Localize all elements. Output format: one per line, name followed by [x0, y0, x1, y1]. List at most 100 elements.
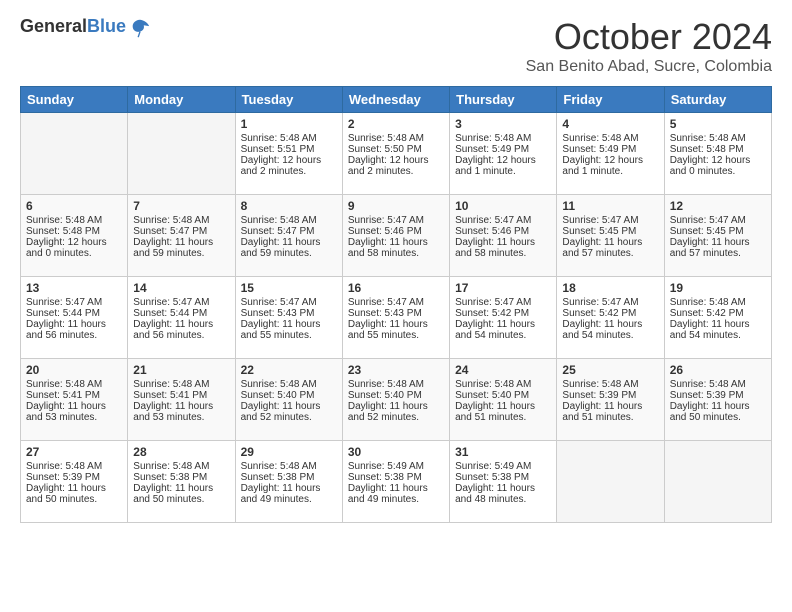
- sunset-text: Sunset: 5:40 PM: [455, 390, 551, 401]
- calendar-cell: 13Sunrise: 5:47 AMSunset: 5:44 PMDayligh…: [21, 277, 128, 359]
- sunset-text: Sunset: 5:48 PM: [26, 226, 122, 237]
- daylight-text: Daylight: 11 hours and 54 minutes.: [455, 319, 551, 341]
- sunset-text: Sunset: 5:42 PM: [562, 308, 658, 319]
- header-row: SundayMondayTuesdayWednesdayThursdayFrid…: [21, 87, 772, 113]
- sunset-text: Sunset: 5:48 PM: [670, 144, 766, 155]
- day-number: 31: [455, 445, 551, 459]
- calendar-cell: 22 Sunrise: 5:48 AMSunset: 5:40 PMDayligh…: [235, 359, 342, 441]
- calendar-cell: [664, 441, 771, 523]
- daylight-text: Daylight: 11 hours and 49 minutes.: [241, 483, 337, 505]
- sunset-text: Sunset: 5:46 PM: [455, 226, 551, 237]
- day-number: 23: [348, 363, 444, 377]
- day-header-thursday: Thursday: [450, 87, 557, 113]
- sunset-text: Sunset: 5:46 PM: [348, 226, 444, 237]
- sunset-text: Sunset: 5:39 PM: [670, 390, 766, 401]
- calendar-cell: 17Sunrise: 5:47 AMSunset: 5:42 PMDayligh…: [450, 277, 557, 359]
- calendar-cell: 29Sunrise: 5:48 AMSunset: 5:38 PMDayligh…: [235, 441, 342, 523]
- logo-general-text: General: [20, 16, 87, 37]
- day-number: 21: [133, 363, 229, 377]
- calendar-cell: 18Sunrise: 5:47 AMSunset: 5:42 PMDayligh…: [557, 277, 664, 359]
- calendar-cell: [557, 441, 664, 523]
- sunrise-text: Sunrise: 5:48 AM: [455, 133, 551, 144]
- day-number: 22: [241, 363, 337, 377]
- calendar-cell: 7Sunrise: 5:48 AMSunset: 5:47 PMDaylight…: [128, 195, 235, 277]
- sunrise-text: Sunrise: 5:48 AM: [562, 133, 658, 144]
- daylight-text: Daylight: 11 hours and 48 minutes.: [455, 483, 551, 505]
- calendar-cell: 14Sunrise: 5:47 AMSunset: 5:44 PMDayligh…: [128, 277, 235, 359]
- daylight-text: Daylight: 11 hours and 56 minutes.: [133, 319, 229, 341]
- daylight-text: Daylight: 11 hours and 53 minutes.: [26, 401, 122, 423]
- sunset-text: Sunset: 5:41 PM: [26, 390, 122, 401]
- sunset-text: Sunset: 5:50 PM: [348, 144, 444, 155]
- sunset-text: Sunset: 5:40 PM: [348, 390, 444, 401]
- daylight-text: Daylight: 12 hours and 2 minutes.: [241, 155, 337, 177]
- sunrise-text: Sunrise: 5:48 AM: [348, 379, 444, 390]
- daylight-text: Daylight: 11 hours and 57 minutes.: [562, 237, 658, 259]
- calendar-cell: 6Sunrise: 5:48 AMSunset: 5:48 PMDaylight…: [21, 195, 128, 277]
- sunrise-text: Sunrise: 5:48 AM: [241, 133, 337, 144]
- week-row-3: 13Sunrise: 5:47 AMSunset: 5:44 PMDayligh…: [21, 277, 772, 359]
- calendar-cell: 25Sunrise: 5:48 AMSunset: 5:39 PMDayligh…: [557, 359, 664, 441]
- sunset-text: Sunset: 5:38 PM: [348, 472, 444, 483]
- day-number: 27: [26, 445, 122, 459]
- sunrise-text: Sunrise: 5:47 AM: [348, 297, 444, 308]
- sunrise-text: Sunrise: 5:47 AM: [562, 215, 658, 226]
- sunset-text: Sunset: 5:42 PM: [455, 308, 551, 319]
- week-row-4: 20Sunrise: 5:48 AMSunset: 5:41 PMDayligh…: [21, 359, 772, 441]
- calendar-cell: 27Sunrise: 5:48 AMSunset: 5:39 PMDayligh…: [21, 441, 128, 523]
- day-number: 19: [670, 281, 766, 295]
- daylight-text: Daylight: 11 hours and 50 minutes.: [133, 483, 229, 505]
- logo-bird-icon: [129, 17, 149, 37]
- sunrise-text: Sunrise: 5:47 AM: [133, 297, 229, 308]
- day-header-sunday: Sunday: [21, 87, 128, 113]
- calendar-cell: 23 Sunrise: 5:48 AMSunset: 5:40 PMDayligh…: [342, 359, 449, 441]
- calendar-cell: [21, 113, 128, 195]
- sunrise-text: Sunrise: 5:48 AM: [562, 379, 658, 390]
- calendar-cell: 1Sunrise: 5:48 AMSunset: 5:51 PMDaylight…: [235, 113, 342, 195]
- sunrise-text: Sunrise: 5:48 AM: [241, 379, 337, 390]
- sunset-text: Sunset: 5:41 PM: [133, 390, 229, 401]
- calendar-cell: 24Sunrise: 5:48 AMSunset: 5:40 PMDayligh…: [450, 359, 557, 441]
- sunset-text: Sunset: 5:38 PM: [455, 472, 551, 483]
- sunrise-text: Sunrise: 5:48 AM: [133, 379, 229, 390]
- day-number: 9: [348, 199, 444, 213]
- calendar-cell: 19Sunrise: 5:48 AMSunset: 5:42 PMDayligh…: [664, 277, 771, 359]
- sunset-text: Sunset: 5:45 PM: [670, 226, 766, 237]
- sunset-text: Sunset: 5:39 PM: [26, 472, 122, 483]
- sunrise-text: Sunrise: 5:47 AM: [455, 215, 551, 226]
- sunrise-text: Sunrise: 5:47 AM: [670, 215, 766, 226]
- week-row-1: 1Sunrise: 5:48 AMSunset: 5:51 PMDaylight…: [21, 113, 772, 195]
- sunset-text: Sunset: 5:44 PM: [26, 308, 122, 319]
- day-number: 3: [455, 117, 551, 131]
- day-number: 20: [26, 363, 122, 377]
- sunset-text: Sunset: 5:43 PM: [348, 308, 444, 319]
- daylight-text: Daylight: 11 hours and 53 minutes.: [133, 401, 229, 423]
- sunset-text: Sunset: 5:47 PM: [133, 226, 229, 237]
- calendar-table: SundayMondayTuesdayWednesdayThursdayFrid…: [20, 86, 772, 523]
- calendar-cell: 8Sunrise: 5:48 AMSunset: 5:47 PMDaylight…: [235, 195, 342, 277]
- calendar-cell: 11Sunrise: 5:47 AMSunset: 5:45 PMDayligh…: [557, 195, 664, 277]
- day-number: 28: [133, 445, 229, 459]
- sunrise-text: Sunrise: 5:47 AM: [455, 297, 551, 308]
- sunset-text: Sunset: 5:51 PM: [241, 144, 337, 155]
- sunset-text: Sunset: 5:40 PM: [241, 390, 337, 401]
- sunset-text: Sunset: 5:42 PM: [670, 308, 766, 319]
- day-number: 2: [348, 117, 444, 131]
- daylight-text: Daylight: 11 hours and 52 minutes.: [241, 401, 337, 423]
- day-number: 16: [348, 281, 444, 295]
- day-number: 30: [348, 445, 444, 459]
- sunrise-text: Sunrise: 5:48 AM: [670, 379, 766, 390]
- calendar-cell: 15Sunrise: 5:47 AMSunset: 5:43 PMDayligh…: [235, 277, 342, 359]
- daylight-text: Daylight: 11 hours and 56 minutes.: [26, 319, 122, 341]
- daylight-text: Daylight: 11 hours and 52 minutes.: [348, 401, 444, 423]
- day-number: 29: [241, 445, 337, 459]
- sunrise-text: Sunrise: 5:48 AM: [26, 379, 122, 390]
- day-number: 18: [562, 281, 658, 295]
- calendar-cell: 12Sunrise: 5:47 AMSunset: 5:45 PMDayligh…: [664, 195, 771, 277]
- header: General Blue October 2024 San Benito Aba…: [20, 16, 772, 76]
- sunset-text: Sunset: 5:45 PM: [562, 226, 658, 237]
- calendar-cell: 16Sunrise: 5:47 AMSunset: 5:43 PMDayligh…: [342, 277, 449, 359]
- daylight-text: Daylight: 12 hours and 1 minute.: [455, 155, 551, 177]
- daylight-text: Daylight: 11 hours and 50 minutes.: [670, 401, 766, 423]
- sunrise-text: Sunrise: 5:48 AM: [348, 133, 444, 144]
